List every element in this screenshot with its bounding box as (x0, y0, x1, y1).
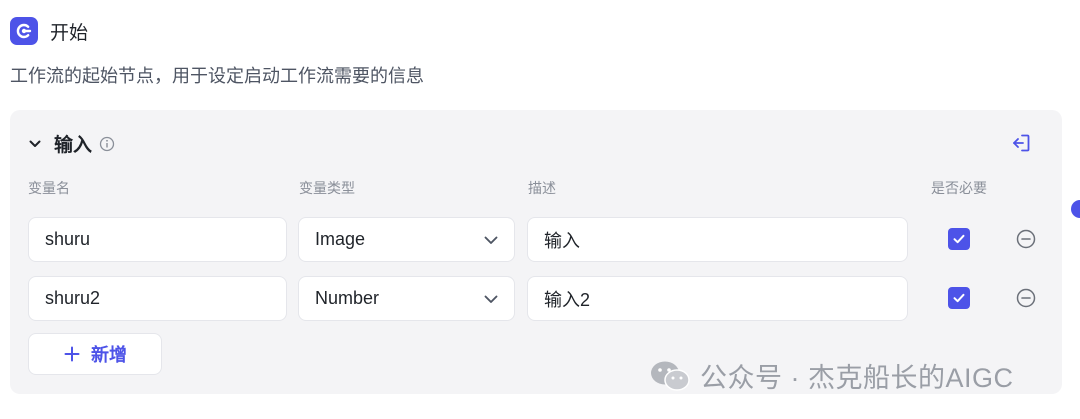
minus-circle-icon (1016, 229, 1036, 249)
watermark-text: 公众号 · 杰克船长的AIGC (700, 363, 1014, 393)
remove-row-button[interactable] (1015, 287, 1037, 309)
add-variable-button[interactable]: 新增 (28, 333, 162, 375)
check-icon (953, 293, 965, 303)
node-title: 开始 (50, 22, 89, 44)
variable-name-input[interactable]: shuru (28, 217, 287, 262)
required-checkbox[interactable] (948, 228, 970, 250)
add-variable-label: 新增 (91, 345, 127, 365)
node-description: 工作流的起始节点，用于设定启动工作流需要的信息 (10, 66, 424, 86)
start-node-icon (10, 17, 38, 45)
chevron-down-icon (482, 231, 500, 249)
variable-type-select[interactable]: Number (298, 276, 515, 321)
wechat-icon (651, 361, 690, 391)
variable-type-select[interactable]: Image (298, 217, 515, 262)
variable-type-value: Image (315, 229, 366, 249)
login-arrow-icon (1013, 134, 1030, 152)
check-icon (953, 234, 965, 244)
input-section-header[interactable]: 输入 (26, 130, 115, 157)
column-header-required: 是否必要 (931, 180, 987, 196)
required-checkbox[interactable] (948, 287, 970, 309)
column-header-type: 变量类型 (299, 180, 355, 196)
chevron-down-icon (482, 290, 500, 308)
variable-description-input[interactable]: 输入 (527, 217, 908, 262)
column-header-name: 变量名 (28, 180, 70, 196)
table-row: shuru Image 输入 (10, 217, 1062, 263)
info-icon[interactable] (99, 136, 115, 152)
watermark: 公众号 · 杰克船长的AIGC (649, 356, 1014, 395)
variable-type-value: Number (315, 288, 380, 308)
variable-description-input[interactable]: 输入2 (527, 276, 908, 321)
input-section-title: 输入 (54, 135, 93, 156)
minus-circle-icon (1016, 288, 1036, 308)
connection-handle[interactable] (1071, 200, 1080, 218)
chevron-down-icon[interactable] (26, 135, 44, 153)
node-header: 开始 (10, 17, 88, 45)
table-row: shuru2 Number 输入2 (10, 276, 1062, 322)
import-variables-button[interactable] (1008, 130, 1034, 156)
input-panel: 输入 变量名 变量类型 描述 是否必要 shuru Image 输入 shuru… (10, 110, 1062, 394)
column-header-description: 描述 (528, 180, 556, 196)
variable-name-input[interactable]: shuru2 (28, 276, 287, 321)
plus-icon (64, 346, 80, 362)
remove-row-button[interactable] (1015, 228, 1037, 250)
